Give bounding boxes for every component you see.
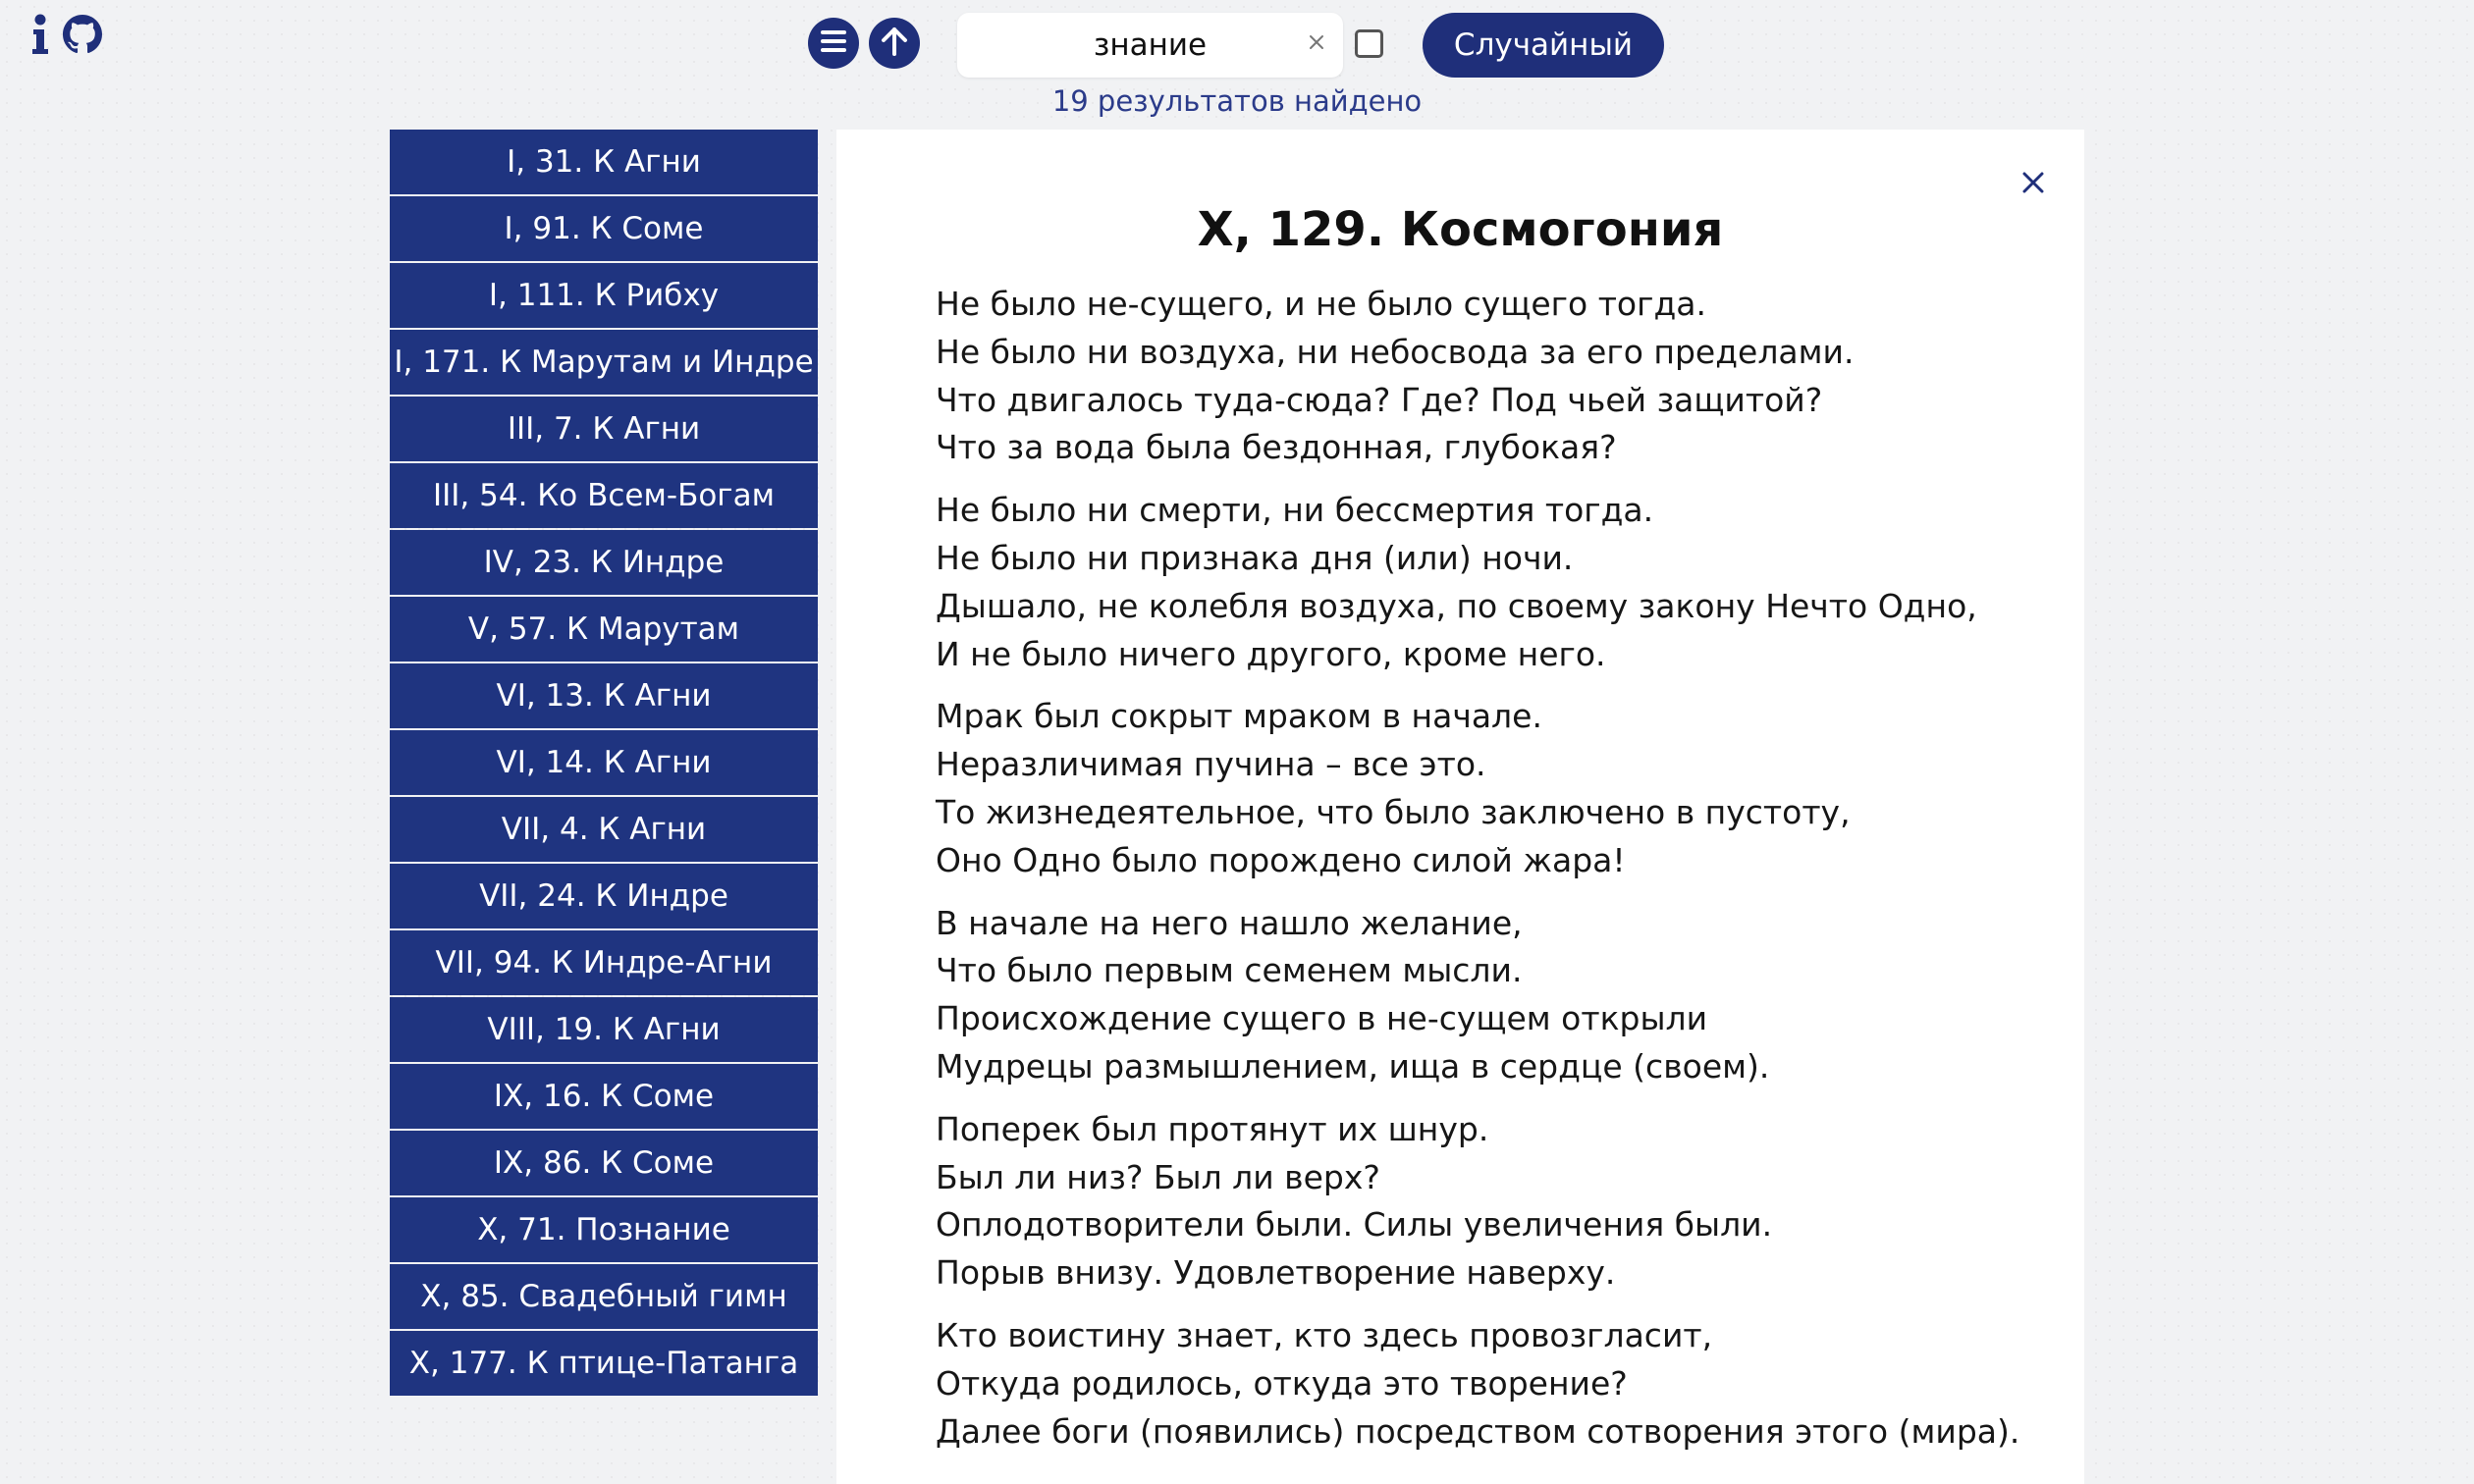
- close-icon: [2022, 172, 2044, 197]
- stanza: Кто воистину знает, кто здесь провозглас…: [936, 1312, 2065, 1456]
- result-item[interactable]: I, 31. К Агни: [390, 130, 818, 194]
- verse-line: Дышало, не колебля воздуха, по своему за…: [936, 586, 1977, 625]
- result-item[interactable]: I, 91. К Соме: [390, 196, 818, 261]
- result-item[interactable]: I, 111. К Рибху: [390, 263, 818, 328]
- info-icon[interactable]: [31, 14, 49, 55]
- verse-line: Не было ни смерти, ни бессмертия тогда.: [936, 491, 1654, 530]
- verse-line: Оплодотворители были. Силы увеличения бы…: [936, 1205, 1773, 1245]
- verse-line: Порыв внизу. Удовлетворение наверху.: [936, 1253, 1616, 1293]
- close-icon: [1309, 34, 1324, 54]
- results-list: I, 31. К Агни I, 91. К Соме I, 111. К Рибх…: [390, 130, 818, 1396]
- result-item[interactable]: IV, 23. К Индре: [390, 530, 818, 595]
- verse-line: В начале на него нашло желание,: [936, 903, 1523, 942]
- result-item[interactable]: IX, 16. К Соме: [390, 1064, 818, 1129]
- results-count: 19 результатов найдено: [1051, 84, 1423, 118]
- verse-line: Не было не-сущего, и не было сущего тогд…: [936, 285, 1706, 323]
- result-item[interactable]: IX, 86. К Соме: [390, 1131, 818, 1195]
- result-item[interactable]: VI, 14. К Агни: [390, 730, 818, 795]
- search-input[interactable]: [957, 13, 1343, 78]
- result-item[interactable]: VI, 13. К Агни: [390, 663, 818, 728]
- verse-line: И не было ничего другого, кроме него.: [936, 634, 1606, 673]
- hymn-text: Не было не-сущего, и не было сущего тогд…: [936, 281, 2065, 1470]
- stanza: В начале на него нашло желание, Что было …: [936, 900, 2065, 1091]
- verse-line: Что двигалось туда-сюда? Где? Под чьей з…: [936, 380, 1823, 419]
- stanza: Мрак был сокрыт мраком в начале. Неразлич…: [936, 693, 2065, 884]
- verse-line: Откуда родилось, откуда это творение?: [936, 1363, 1628, 1403]
- verse-line: Происхождение сущего в не-сущем открыли: [936, 999, 1708, 1038]
- result-item[interactable]: VIII, 19. К Агни: [390, 997, 818, 1062]
- result-item[interactable]: VII, 94. К Индре-Агни: [390, 930, 818, 995]
- menu-icon: [821, 30, 846, 56]
- verse-line: Что за вода была бездонная, глубокая?: [936, 428, 1617, 467]
- verse-line: Поперек был протянут их шнур.: [936, 1109, 1489, 1148]
- result-item[interactable]: III, 7. К Агни: [390, 397, 818, 461]
- hymn-title: X, 129. Космогония: [1197, 202, 1724, 257]
- verse-line: Мудрецы размышлением, ища в сердце (свое…: [936, 1046, 1770, 1086]
- verse-line: Неразличимая пучина – все это.: [936, 745, 1486, 784]
- stanza: Поперек был протянут их шнур. Был ли низ?…: [936, 1106, 2065, 1298]
- verse-line: Далее боги (появились) посредством сотво…: [936, 1411, 2020, 1451]
- corner-links: [31, 10, 102, 59]
- verse-line: Оно Одно было порождено силой жара!: [936, 840, 1626, 879]
- stanza: Не было ни смерти, ни бессмертия тогда. Н…: [936, 487, 2065, 678]
- hymn-panel: X, 129. Космогония Не было не-сущего, и …: [836, 130, 2084, 1484]
- verse-line: То жизнедеятельное, что было заключено в…: [936, 792, 1851, 831]
- result-item[interactable]: I, 171. К Марутам и Индре: [390, 330, 818, 395]
- github-icon[interactable]: [63, 15, 102, 54]
- verse-line: Что было первым семенем мысли.: [936, 951, 1523, 990]
- verse-line: Мрак был сокрыт мраком в начале.: [936, 697, 1542, 736]
- random-button[interactable]: Случайный: [1423, 13, 1664, 78]
- result-item[interactable]: X, 85. Свадебный гимн: [390, 1264, 818, 1329]
- result-item[interactable]: X, 71. Познание: [390, 1197, 818, 1262]
- result-item[interactable]: VII, 24. К Индре: [390, 864, 818, 928]
- verse-line: Кто воистину знает, кто здесь провозглас…: [936, 1315, 1713, 1354]
- result-item[interactable]: X, 177. К птице-Патанга: [390, 1331, 818, 1396]
- arrow-up-icon: [881, 26, 908, 60]
- scroll-top-button[interactable]: [869, 18, 920, 69]
- close-panel-button[interactable]: [2016, 167, 2051, 202]
- search-option-checkbox[interactable]: [1355, 29, 1383, 58]
- verse-line: Не было ни воздуха, ни небосвода за его …: [936, 332, 1855, 371]
- result-item[interactable]: III, 54. Ко Всем-Богам: [390, 463, 818, 528]
- stanza: Не было не-сущего, и не было сущего тогд…: [936, 281, 2065, 472]
- result-item[interactable]: VII, 4. К Агни: [390, 797, 818, 862]
- verse-line: Был ли низ? Был ли верх?: [936, 1157, 1380, 1196]
- menu-button[interactable]: [808, 18, 859, 69]
- result-item[interactable]: V, 57. К Марутам: [390, 597, 818, 662]
- search-clear-button[interactable]: [1302, 29, 1331, 59]
- verse-line: Не было ни признака дня (или) ночи.: [936, 538, 1574, 577]
- search-box: [957, 13, 1343, 78]
